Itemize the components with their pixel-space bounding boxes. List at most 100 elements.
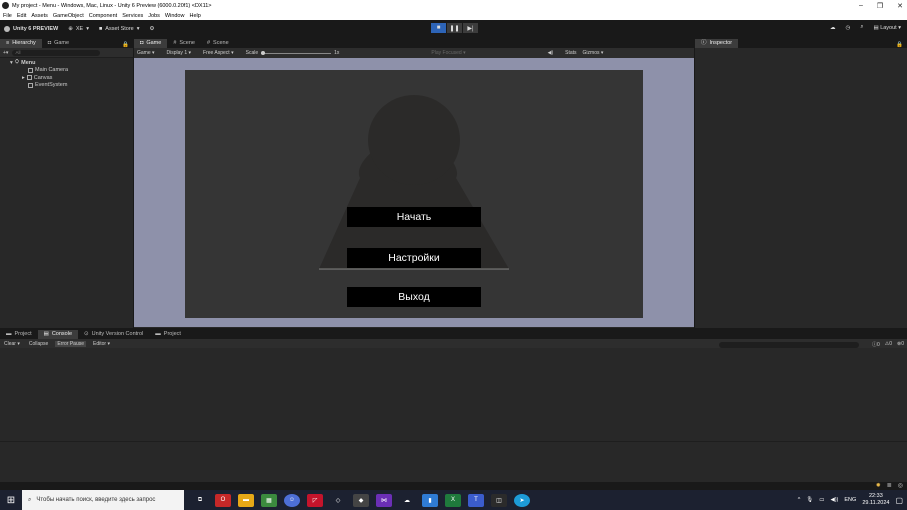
menu-jobs[interactable]: Jobs	[148, 13, 160, 19]
game-toolbar: Game ▾ Display 1 ▾ Free Aspect ▾ Scale 1…	[134, 48, 694, 58]
editor-dropdown[interactable]: Editor ▾	[91, 341, 112, 347]
settings-menu-button[interactable]: Настройки	[347, 248, 481, 268]
aspect-label: Free Aspect	[203, 50, 230, 56]
tab-inspector[interactable]: ⓘ Inspector	[695, 39, 739, 48]
list-item[interactable]: Main Camera	[0, 67, 133, 75]
menu-help[interactable]: Help	[189, 13, 200, 19]
clear-button[interactable]: Clear ▾	[2, 341, 22, 347]
close-button[interactable]: ✕	[897, 2, 903, 10]
play-focused-dropdown[interactable]: Play Focused ▾	[431, 50, 465, 56]
clock[interactable]: 22:33 29.11.2024	[862, 493, 889, 507]
account-dropdown[interactable]: ⊕ XE ▾	[68, 26, 89, 32]
slider-track[interactable]	[261, 50, 332, 55]
menu-component[interactable]: Component	[89, 13, 117, 19]
minecraft-icon[interactable]: ▦	[261, 493, 277, 507]
menu-window[interactable]: Window	[165, 13, 185, 19]
play-button[interactable]: ■	[431, 23, 446, 33]
warning-count-toggle[interactable]: ⚠0	[885, 341, 892, 348]
tab-label: Inspector	[709, 40, 733, 46]
menu-assets[interactable]: Assets	[31, 13, 48, 19]
settings-button[interactable]: ⚙	[149, 26, 154, 32]
notepad-icon[interactable]: ▮	[422, 493, 438, 507]
hierarchy-search-input[interactable]: All	[12, 49, 101, 56]
collapse-toggle[interactable]: Collapse	[27, 341, 50, 347]
layout-dropdown[interactable]: ▤ Layout ▾	[873, 25, 901, 31]
asset-store-button[interactable]: ■ Asset Store ▾	[99, 26, 140, 32]
game-mode-dropdown[interactable]: Game ▾	[137, 50, 155, 56]
tab-project-2[interactable]: ▬ Project	[149, 330, 187, 339]
amd-icon[interactable]: ◸	[307, 493, 323, 507]
list-item[interactable]: EventSystem	[0, 82, 133, 90]
lock-icon[interactable]: 🔒	[896, 42, 903, 48]
maximize-button[interactable]: ❐	[877, 2, 883, 10]
tab-project[interactable]: ▬ Project	[0, 330, 38, 339]
scene-row[interactable]: ▾ ⛭ Menu	[0, 59, 133, 67]
mic-icon[interactable]: 🎙	[806, 497, 813, 503]
error-count-toggle[interactable]: ⊗0	[897, 341, 904, 348]
menu-edit[interactable]: Edit	[17, 13, 26, 19]
step-button[interactable]: ▶|	[463, 23, 478, 33]
unity-hub-icon[interactable]: ◇	[330, 494, 346, 507]
aspect-dropdown[interactable]: Free Aspect ▾	[203, 50, 234, 56]
cloud-app-icon[interactable]: ☁	[399, 494, 415, 507]
bulb-icon[interactable]: ✹	[876, 482, 881, 489]
pause-button[interactable]: ❚❚	[447, 23, 462, 33]
display-dropdown[interactable]: Display 1 ▾	[167, 50, 191, 56]
gameobject-icon	[26, 75, 32, 81]
account-icon: ⊕	[68, 25, 73, 32]
unity-brand[interactable]: Unity 6 PREVIEW	[4, 25, 58, 32]
chevron-up-icon[interactable]: ^	[798, 497, 801, 503]
gizmos-dropdown[interactable]: Gizmos ▾	[583, 50, 604, 56]
taskbar-search-input[interactable]: ⌕ Чтобы начать поиск, введите здесь запр…	[22, 490, 184, 510]
tab-hierarchy[interactable]: ≡ Hierarchy	[0, 39, 42, 48]
audio-icon[interactable]: ◀)	[548, 50, 554, 56]
layout-label: Layout	[880, 24, 897, 31]
error-pause-toggle[interactable]: Error Pause	[55, 340, 87, 347]
stats-button[interactable]: Stats	[565, 50, 576, 56]
history-icon[interactable]: ◷	[846, 25, 851, 31]
slider-handle[interactable]	[261, 50, 266, 55]
store-icon: ■	[98, 25, 103, 32]
menu-services[interactable]: Services	[122, 13, 143, 19]
tab-scene[interactable]: # Scene	[167, 39, 201, 48]
progress-icon[interactable]: ◎	[898, 482, 903, 489]
stack-icon[interactable]: ≣	[887, 482, 892, 489]
lock-icon[interactable]: 🔒	[122, 42, 129, 48]
app-window-icon[interactable]: ◫	[491, 493, 507, 507]
add-button[interactable]: +▾	[3, 50, 8, 56]
cloud-icon[interactable]: ☁	[830, 25, 836, 31]
telegram-icon[interactable]: ➤	[514, 493, 530, 507]
menu-file[interactable]: File	[3, 13, 12, 19]
volume-icon[interactable]: ◀))	[830, 497, 838, 503]
start-button[interactable]: Начать	[347, 207, 481, 227]
opera-icon[interactable]: O	[215, 493, 231, 507]
tab-scene-2[interactable]: # Scene	[201, 39, 235, 48]
console-divider[interactable]	[0, 441, 907, 442]
log-count-toggle[interactable]: ⓘ0	[872, 341, 880, 348]
visual-studio-icon[interactable]: ⋈	[376, 493, 392, 507]
tab-game[interactable]: ◘ Game	[134, 39, 168, 48]
discord-icon[interactable]: ☺	[284, 493, 300, 507]
network-icon[interactable]: ▭	[819, 497, 824, 503]
console-search-input[interactable]	[719, 342, 859, 348]
folder-icon: ▬	[155, 331, 161, 337]
excel-icon[interactable]: X	[445, 493, 461, 507]
teams-icon[interactable]: T	[468, 493, 484, 507]
tab-game-mini[interactable]: ◘ Game	[42, 39, 75, 48]
expand-icon: ▾	[10, 59, 13, 66]
minimize-button[interactable]: –	[859, 2, 863, 9]
exit-button[interactable]: Выход	[347, 287, 481, 307]
collapse-label: Collapse	[28, 340, 49, 347]
menu-gameobject[interactable]: GameObject	[53, 13, 84, 19]
language-indicator[interactable]: ENG	[844, 497, 856, 503]
scale-slider[interactable]: Scale 1x	[246, 50, 340, 56]
notifications-icon[interactable]: ▢	[895, 496, 903, 505]
list-item[interactable]: ▸ Canvas	[0, 74, 133, 82]
tab-console[interactable]: ▤ Console	[37, 330, 79, 339]
unity-editor-icon[interactable]: ◆	[353, 493, 369, 507]
task-view-icon[interactable]: ⧉	[192, 494, 208, 507]
folder-icon[interactable]: ▬	[238, 493, 254, 507]
start-menu-button[interactable]: ⊞	[0, 490, 22, 510]
tab-version-control[interactable]: ⊙ Unity Version Control	[78, 330, 149, 339]
search-icon[interactable]: ⌕	[860, 24, 863, 31]
